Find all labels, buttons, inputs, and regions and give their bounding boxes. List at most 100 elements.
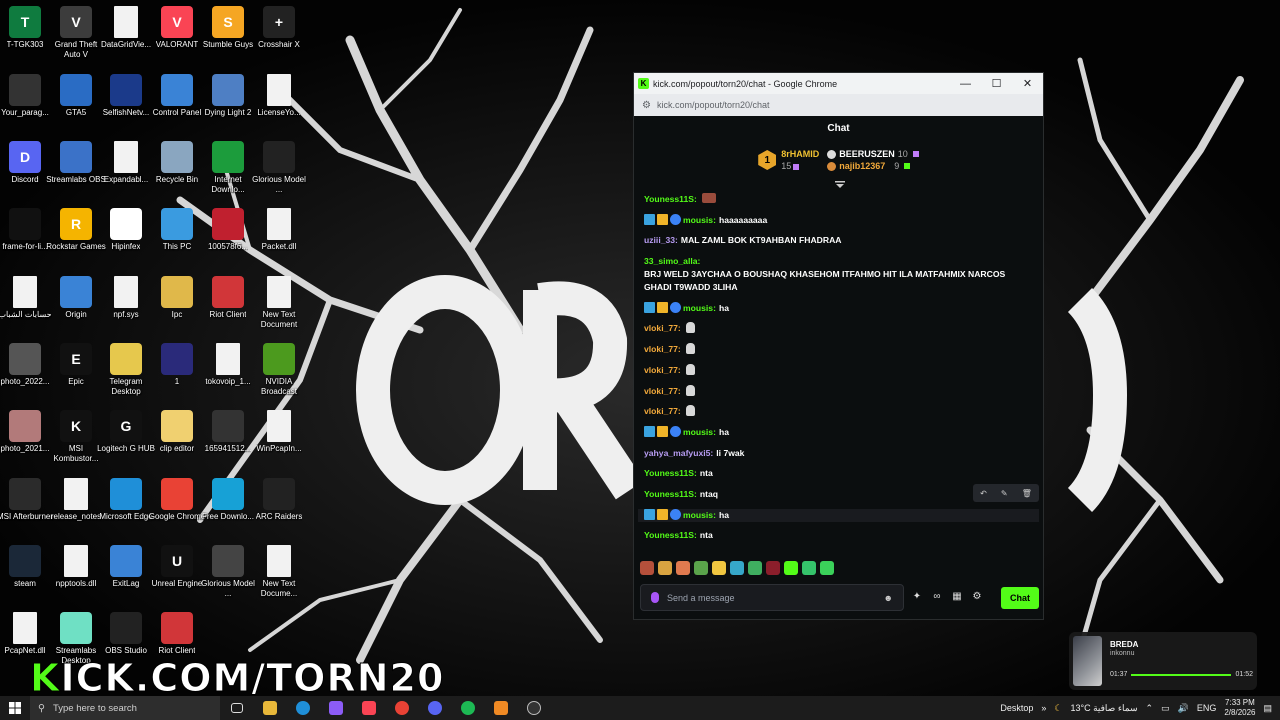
delete-icon[interactable]: 🗑	[1022, 489, 1032, 498]
chat-message[interactable]: mousis: ha	[644, 425, 1033, 439]
desktop-icon[interactable]: + Crosshair X	[249, 6, 309, 72]
emote-icon[interactable]	[701, 193, 716, 203]
leaderboard-third[interactable]: najib12367 9	[827, 161, 919, 171]
emote-icon[interactable]	[748, 561, 762, 575]
chat-message[interactable]: Youness11S: nta	[644, 529, 1033, 542]
discord-icon[interactable]	[418, 696, 451, 720]
clock[interactable]: 7:33 PM 2/8/2026	[1224, 698, 1255, 718]
chat-message[interactable]: mousis: ha	[644, 301, 1033, 315]
emoji-icon[interactable]: ☻	[884, 593, 893, 603]
verified-badge-icon[interactable]	[670, 508, 681, 520]
chat-message[interactable]: Youness11S: nta	[644, 467, 1033, 480]
settings-icon[interactable]: ⚙	[970, 591, 984, 605]
chat-message[interactable]: yahya_mafyuxi5: li 7wak	[644, 447, 1033, 460]
notifications-icon[interactable]: ▤	[1263, 703, 1272, 714]
leaderboard-second[interactable]: BEERUSZEN 10	[827, 149, 919, 159]
desktop-icon[interactable]: WinPcapIn...	[249, 410, 309, 476]
crown-badge-icon[interactable]	[657, 425, 668, 437]
window-titlebar[interactable]: K kick.com/popout/torn20/chat - Google C…	[634, 73, 1043, 94]
emote-icon[interactable]	[730, 561, 744, 575]
language-indicator[interactable]: ENG	[1197, 703, 1217, 713]
chat-username[interactable]: vloki_77:	[644, 405, 681, 418]
valorant-icon[interactable]	[352, 696, 385, 720]
sub-badge-icon[interactable]	[644, 213, 655, 225]
desktop-icon[interactable]: Packet.dll	[249, 208, 309, 274]
chevron-right-icon[interactable]: »	[1041, 703, 1046, 713]
emote-icon[interactable]	[658, 561, 672, 575]
desktop-toolbar-label[interactable]: Desktop	[1000, 703, 1033, 713]
chat-message[interactable]: Youness11S:	[644, 193, 1033, 206]
chat-message[interactable]: vloki_77:	[644, 363, 1033, 377]
app-icon[interactable]	[319, 696, 352, 720]
link-icon[interactable]: ∞	[930, 591, 944, 605]
emote-icon[interactable]	[712, 561, 726, 575]
desktop-icon[interactable]: Glorious Model ...	[249, 141, 309, 207]
chat-username[interactable]: mousis:	[683, 426, 716, 439]
chat-username[interactable]: Youness11S:	[644, 193, 697, 206]
emote-icon[interactable]	[685, 363, 695, 375]
obs-icon[interactable]	[517, 696, 550, 720]
emote-icon[interactable]	[784, 561, 798, 575]
chrome-icon[interactable]	[385, 696, 418, 720]
edge-icon[interactable]	[286, 696, 319, 720]
chat-username[interactable]: vloki_77:	[644, 322, 681, 335]
chat-username[interactable]: Youness11S:	[644, 467, 697, 480]
site-settings-icon[interactable]: ⚙	[642, 100, 651, 111]
pin-icon[interactable]: ✎	[1001, 489, 1008, 498]
sub-badge-icon[interactable]	[644, 425, 655, 437]
chat-message[interactable]: 33_simo_alla: BRJ WELD 3AYCHAA O BOUSHAQ …	[644, 255, 1033, 294]
collapse-leaderboard-icon[interactable]	[835, 181, 845, 189]
verified-badge-icon[interactable]	[670, 425, 681, 437]
desktop-icon[interactable]: NVIDIA Broadcast	[249, 343, 309, 409]
desktop-icon[interactable]: New Text Document	[249, 276, 309, 342]
taskbar-search[interactable]: ⚲ Type here to search	[30, 696, 220, 720]
send-chat-button[interactable]: Chat	[1001, 586, 1039, 609]
volume-icon[interactable]: 🔊	[1178, 703, 1189, 714]
emote-icon[interactable]	[694, 561, 708, 575]
network-icon[interactable]: ▭	[1161, 703, 1170, 714]
desktop-icon[interactable]: ARC Raiders	[249, 478, 309, 544]
chat-message[interactable]: mousis: haaaaaaaaa	[644, 213, 1033, 227]
chat-message-input[interactable]: Send a message ☻	[640, 584, 904, 611]
emote-icon[interactable]	[676, 561, 690, 575]
task-view-icon[interactable]	[220, 696, 253, 720]
weather-text[interactable]: 13°C سماء صافية	[1070, 703, 1137, 714]
desktop-icon[interactable]: New Text Docume...	[249, 545, 309, 611]
playback-progress[interactable]	[1131, 673, 1232, 676]
store-icon[interactable]: ▦	[950, 591, 964, 605]
maximize-icon[interactable]: ☐	[981, 77, 1012, 90]
chat-username[interactable]: Youness11S:	[644, 488, 697, 501]
emote-icon[interactable]	[766, 561, 780, 575]
chevron-up-icon[interactable]: ⌃	[1146, 703, 1154, 714]
close-icon[interactable]: ✕	[1012, 77, 1043, 90]
verified-badge-icon[interactable]	[670, 213, 681, 225]
chat-username[interactable]: Youness11S:	[644, 529, 697, 542]
chat-message[interactable]: vloki_77:	[644, 405, 1033, 418]
start-button[interactable]	[0, 696, 30, 720]
sub-badge-icon[interactable]	[644, 301, 655, 313]
chat-username[interactable]: vloki_77:	[644, 385, 681, 398]
emote-icon[interactable]	[802, 561, 816, 575]
mic-icon[interactable]	[651, 592, 659, 603]
leaderboard-first[interactable]: 1 8rHAMID 15	[758, 149, 819, 171]
chat-message[interactable]: vloki_77:	[644, 322, 1033, 335]
chat-message[interactable]: vloki_77:	[644, 343, 1033, 356]
chat-message[interactable]: uziii_33: MAL ZAML BOK KT9AHBAN FHADRAA	[644, 234, 1033, 247]
chat-username[interactable]: uziii_33:	[644, 234, 678, 247]
emote-icon[interactable]	[685, 384, 695, 396]
chat-username[interactable]: 33_simo_alla:	[644, 255, 700, 268]
sub-badge-icon[interactable]	[644, 508, 655, 520]
address-bar[interactable]: ⚙ kick.com/popout/torn20/chat	[634, 94, 1043, 116]
emote-icon[interactable]	[820, 561, 834, 575]
crown-badge-icon[interactable]	[657, 213, 668, 225]
chat-username[interactable]: mousis:	[683, 509, 716, 522]
file-explorer-icon[interactable]	[253, 696, 286, 720]
chat-message[interactable]: mousis: ha	[638, 508, 1039, 522]
emote-icon[interactable]	[685, 322, 695, 334]
now-playing-widget[interactable]: BREDA inkonnu 01:37 01:52	[1069, 632, 1257, 690]
chat-username[interactable]: yahya_mafyuxi5:	[644, 447, 713, 460]
app-icon[interactable]	[484, 696, 517, 720]
crown-badge-icon[interactable]	[657, 301, 668, 313]
crown-badge-icon[interactable]	[657, 508, 668, 520]
reply-icon[interactable]: ↶	[980, 489, 987, 498]
